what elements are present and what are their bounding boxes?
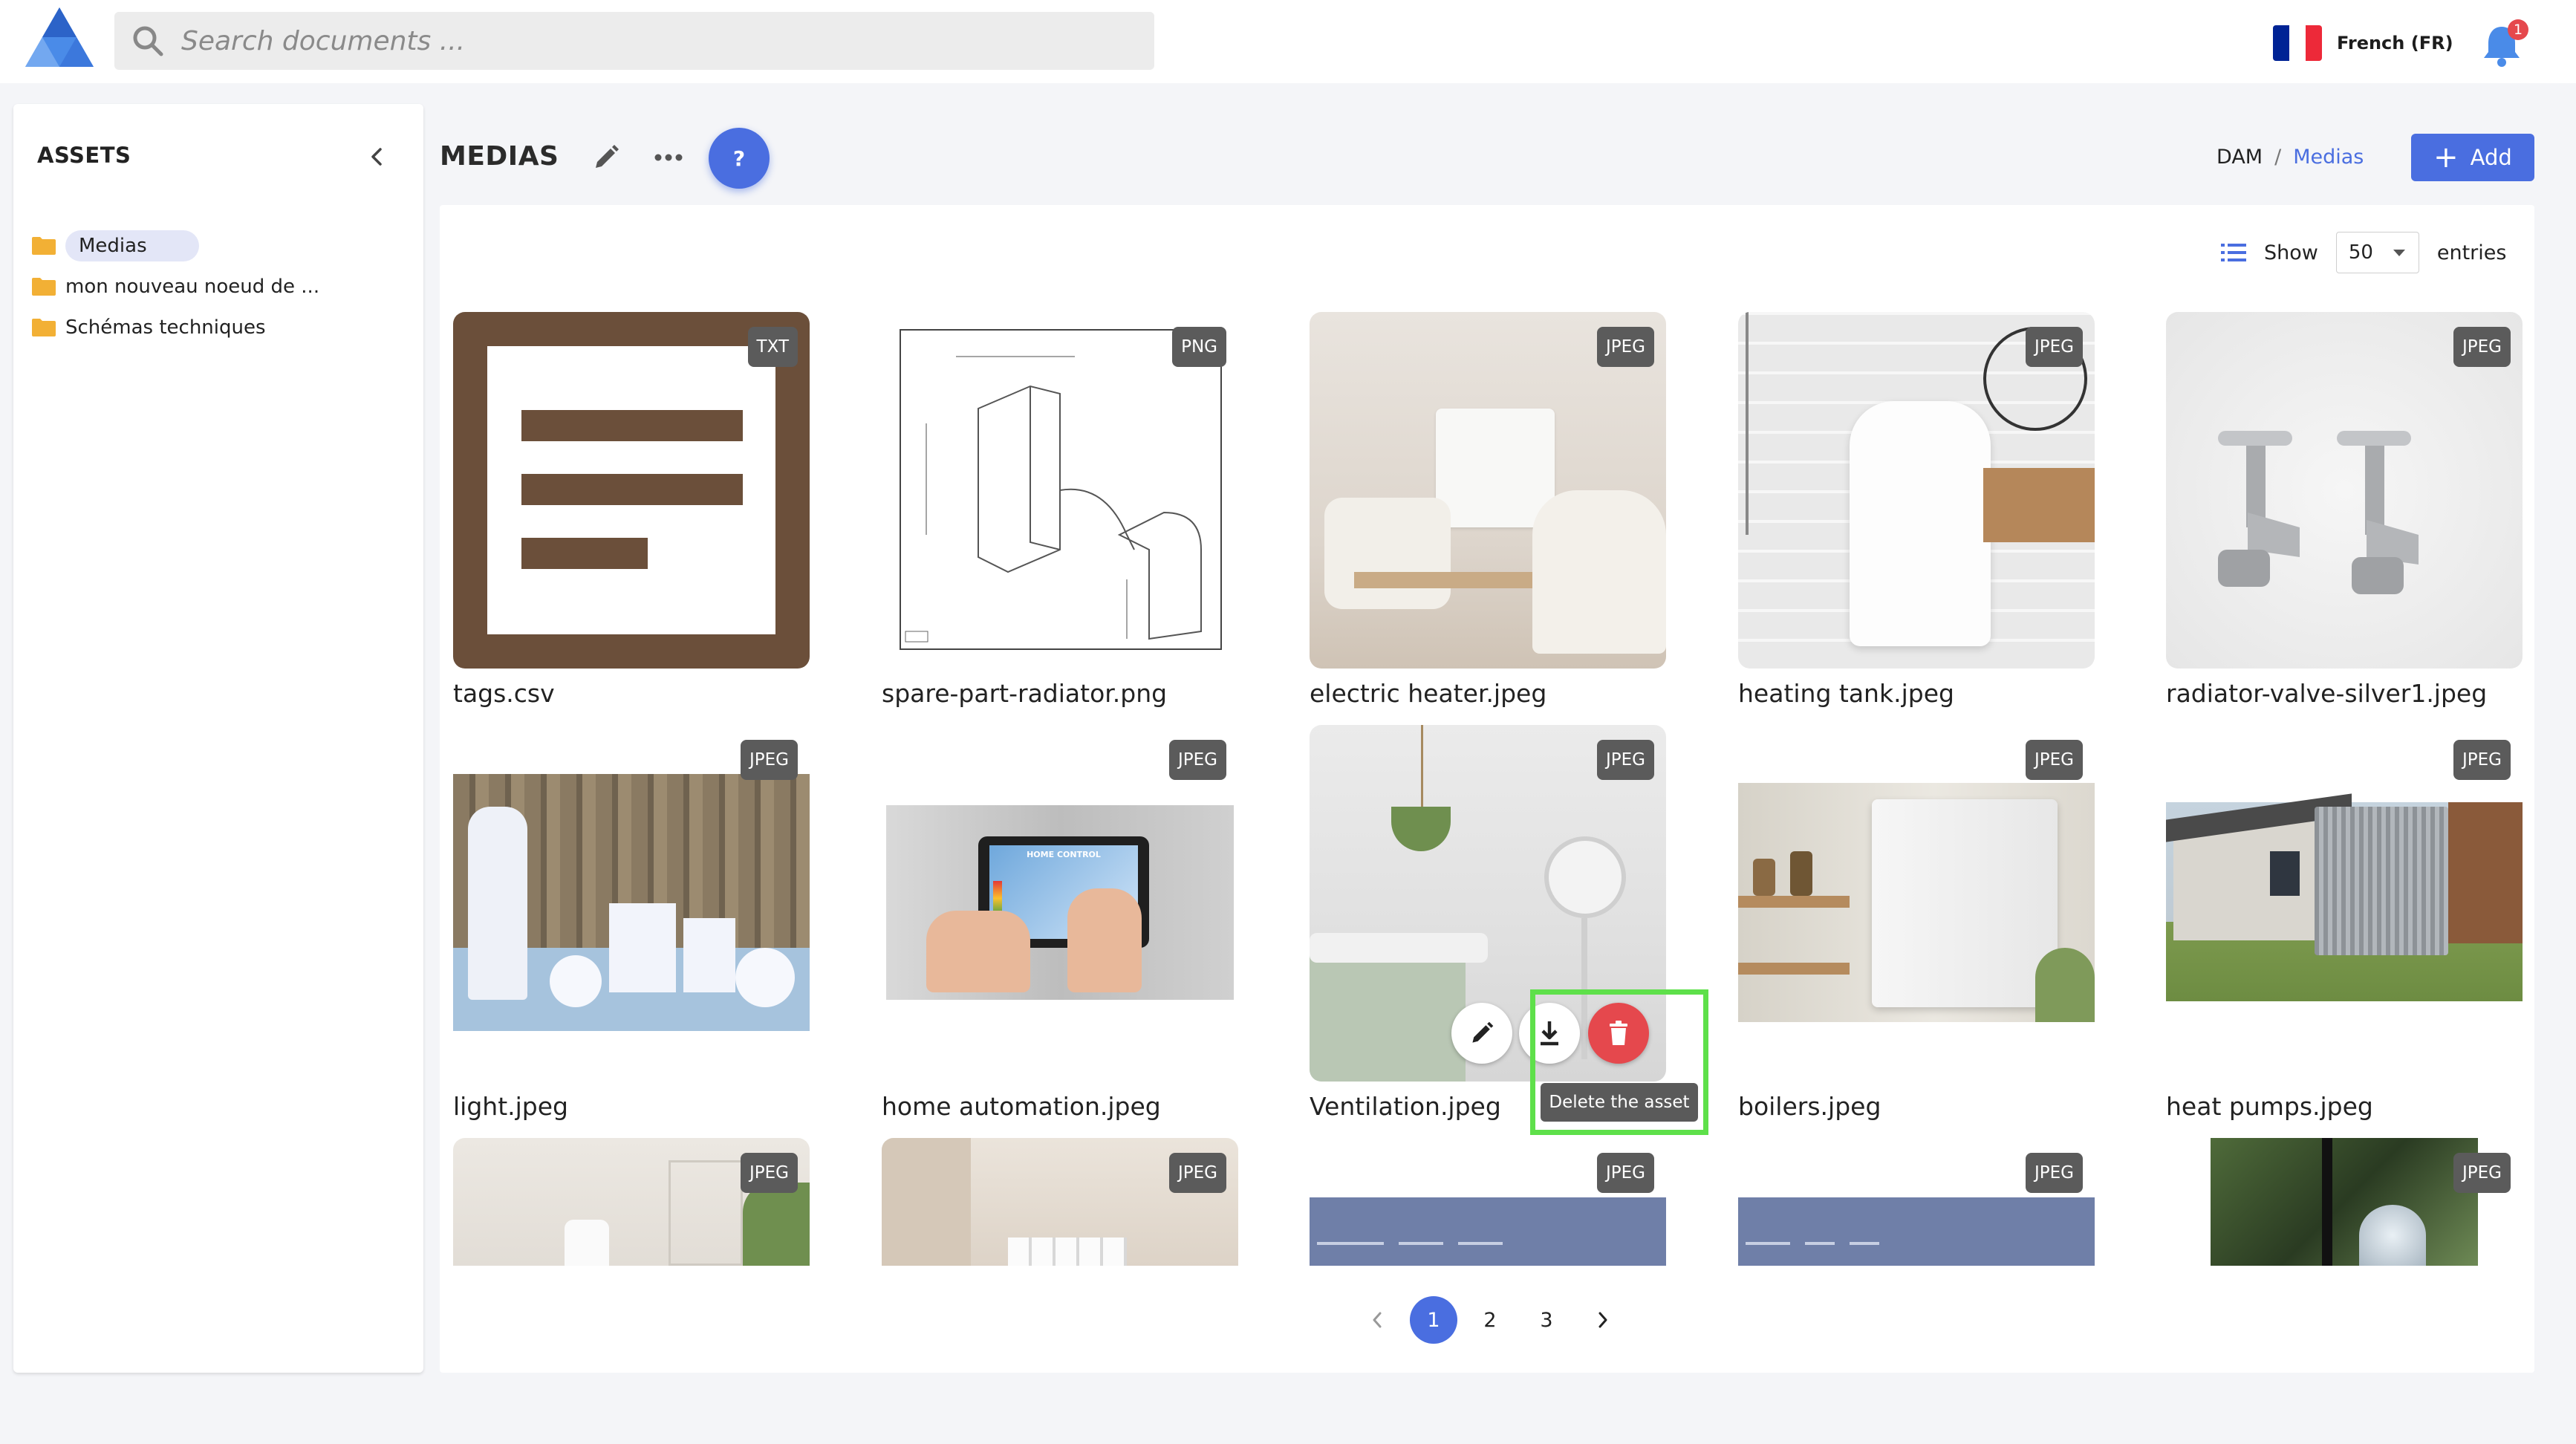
file-type-badge: JPEG	[2453, 740, 2511, 780]
asset-name: Ventilation.jpeg	[1310, 1092, 1501, 1121]
folder-icon	[32, 278, 56, 296]
file-type-badge: JPEG	[2025, 740, 2083, 780]
sidebar-item-medias[interactable]: Medias	[31, 229, 199, 263]
next-page-button[interactable]	[1579, 1296, 1627, 1344]
asset-name: tags.csv	[453, 679, 555, 708]
collapse-sidebar-button[interactable]	[360, 140, 394, 174]
file-type-badge: JPEG	[2453, 327, 2511, 367]
page-1-button[interactable]: 1	[1410, 1296, 1457, 1344]
sidebar-item-label: mon nouveau noeud de ...	[65, 276, 320, 298]
asset-thumbnail[interactable]: JPEG	[1738, 725, 2095, 1082]
file-type-badge: JPEG	[2025, 1153, 2083, 1193]
list-view-icon[interactable]	[2221, 242, 2246, 263]
plus-icon: +	[2433, 140, 2459, 175]
entries-per-page-select[interactable]: 50	[2335, 232, 2419, 273]
asset-thumbnail[interactable]: TXT	[453, 312, 810, 669]
top-bar: French (FR) 1	[0, 0, 2576, 83]
file-type-badge: JPEG	[740, 740, 798, 780]
language-selector[interactable]: French (FR)	[2273, 22, 2453, 64]
notifications-button[interactable]: 1	[2481, 19, 2533, 68]
asset-thumbnail[interactable]: JPEG	[1738, 1138, 2095, 1266]
sidebar-item-mon-nouveau-noeud[interactable]: mon nouveau noeud de ...	[31, 270, 319, 304]
delete-tooltip: Delete the asset	[1541, 1083, 1698, 1122]
asset-thumbnail[interactable]: JPEG	[453, 1138, 810, 1266]
sidebar-item-label: Medias	[65, 230, 199, 261]
asset-thumbnail[interactable]: JPEG	[1310, 312, 1666, 669]
asset-thumbnail[interactable]: JPEG	[1310, 1138, 1666, 1266]
file-type-badge: JPEG	[1168, 740, 1226, 780]
france-flag-icon	[2273, 25, 2322, 61]
asset-name: spare-part-radiator.png	[882, 679, 1168, 708]
asset-name: home automation.jpeg	[882, 1092, 1161, 1121]
caret-down-icon	[2393, 250, 2405, 256]
folder-icon	[32, 237, 56, 255]
sidebar-item-schemas-techniques[interactable]: Schémas techniques	[31, 310, 266, 345]
previous-page-button[interactable]	[1353, 1296, 1401, 1344]
pencil-icon	[1472, 1021, 1494, 1043]
asset-name: heating tank.jpeg	[1738, 679, 1954, 708]
asset-thumbnail[interactable]: JPEG	[882, 1138, 1238, 1266]
more-options-button[interactable]	[646, 135, 691, 180]
pencil-icon	[596, 145, 619, 168]
search-icon	[114, 12, 181, 70]
sidebar-title: ASSETS	[37, 143, 131, 168]
asset-thumbnail[interactable]: JPEG	[1738, 312, 2095, 669]
file-type-badge: JPEG	[1596, 1153, 1654, 1193]
file-type-badge: JPEG	[1168, 1153, 1226, 1193]
help-button[interactable]: ?	[709, 128, 770, 189]
language-label: French (FR)	[2337, 33, 2453, 53]
asset-name: light.jpeg	[453, 1092, 568, 1121]
file-type-badge: JPEG	[1596, 740, 1654, 780]
asset-thumbnail[interactable]: JPEG	[2166, 1138, 2523, 1266]
pagination: 1 2 3	[1353, 1294, 1627, 1346]
asset-name: electric heater.jpeg	[1310, 679, 1547, 708]
add-button-label: Add	[2470, 145, 2512, 170]
file-type-badge: JPEG	[1596, 327, 1654, 367]
page-title: MEDIAS	[440, 141, 559, 172]
edit-asset-button[interactable]	[1451, 1003, 1512, 1064]
more-horizontal-icon	[654, 154, 683, 161]
notification-count-badge: 1	[2508, 19, 2528, 40]
file-type-badge: PNG	[1172, 327, 1226, 367]
file-type-badge: JPEG	[740, 1153, 798, 1193]
add-asset-button[interactable]: + Add	[2411, 134, 2534, 181]
asset-thumbnail[interactable]: PNG	[882, 312, 1238, 669]
page-3-button[interactable]: 3	[1523, 1296, 1570, 1344]
entries-label: entries	[2436, 241, 2507, 264]
chevron-right-icon	[1598, 1312, 1607, 1328]
search-input[interactable]	[181, 12, 1154, 70]
file-type-badge: JPEG	[2453, 1153, 2511, 1193]
page-2-button[interactable]: 2	[1466, 1296, 1514, 1344]
file-type-badge: JPEG	[2025, 327, 2083, 367]
app-logo-icon[interactable]	[22, 4, 97, 70]
sidebar-item-label: Schémas techniques	[65, 316, 266, 339]
asset-thumbnail[interactable]: JPEG	[453, 725, 810, 1082]
entries-value: 50	[2348, 241, 2373, 264]
breadcrumb-medias[interactable]: Medias	[2293, 146, 2364, 169]
edit-folder-button[interactable]	[584, 135, 628, 180]
breadcrumb-dam[interactable]: DAM	[2216, 146, 2263, 169]
breadcrumb-separator: /	[2274, 146, 2282, 169]
folder-icon	[32, 319, 56, 336]
asset-thumbnail[interactable]: JPEG	[2166, 725, 2523, 1082]
search-bar[interactable]	[114, 12, 1154, 70]
breadcrumb: DAM / Medias	[2216, 146, 2364, 169]
thumbnail-screen-label: HOME CONTROL	[1027, 850, 1101, 859]
assets-sidebar: ASSETS Medias mon nouveau noeud de ... S…	[13, 104, 423, 1373]
asset-name: radiator-valve-silver1.jpeg	[2166, 679, 2488, 708]
show-label: Show	[2264, 241, 2318, 264]
chevron-left-icon	[371, 148, 382, 166]
asset-name: heat pumps.jpeg	[2166, 1092, 2373, 1121]
file-type-badge: TXT	[747, 327, 798, 367]
entries-toolbar: Show 50 entries	[2221, 230, 2506, 275]
asset-thumbnail[interactable]: HOME CONTROL JPEG	[882, 725, 1238, 1082]
asset-name: boilers.jpeg	[1738, 1092, 1881, 1121]
asset-thumbnail[interactable]: JPEG	[2166, 312, 2523, 669]
chevron-left-icon	[1373, 1312, 1382, 1328]
